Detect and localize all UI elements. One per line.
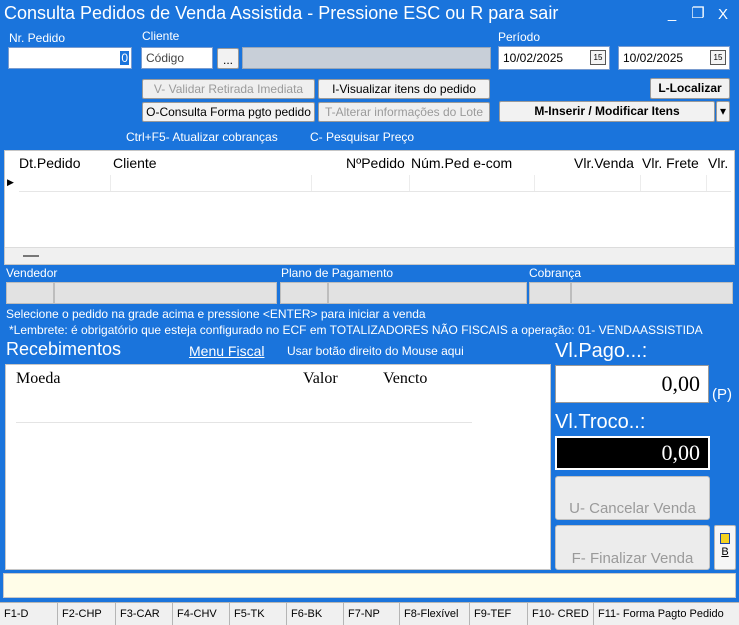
nr-pedido-value: 0 [120, 51, 129, 65]
consulta-forma-pgto-button[interactable]: O-Consulta Forma pgto pedido [142, 102, 315, 122]
recebimentos-title: Recebimentos [6, 339, 122, 359]
cobranca-label: Cobrança [529, 266, 582, 280]
row-divider [534, 175, 535, 191]
fkey-f1[interactable]: F1-D [0, 603, 58, 625]
periodo-inicio-input[interactable]: 10/02/2025 15 [498, 46, 610, 70]
col-moeda[interactable]: Moeda [16, 370, 60, 388]
finalizar-venda-button[interactable]: F- Finalizar Venda [555, 525, 710, 570]
col-nr-pedido[interactable]: NºPedido [346, 155, 405, 171]
vl-pago-value: 0,00 [555, 365, 709, 403]
pago-suffix: (P) [712, 386, 732, 403]
cobranca-codigo-field [529, 282, 571, 304]
side-b-button[interactable]: B [714, 525, 736, 570]
window-title: Consulta Pedidos de Venda Assistida - Pr… [4, 3, 559, 23]
col-vlr[interactable]: Vlr. [708, 155, 728, 171]
horizontal-scrollbar[interactable] [5, 247, 734, 264]
plano-pagamento-label: Plano de Pagamento [281, 266, 394, 280]
vl-pago-label: Vl.Pago...: [555, 340, 648, 362]
mouse-hint-text: Usar botão direito do Mouse aqui [287, 344, 464, 358]
person-icon [720, 533, 730, 544]
row-divider [640, 175, 641, 191]
visualizar-itens-button[interactable]: I-Visualizar itens do pedido [318, 79, 490, 99]
function-keys-bar: F1-D F2-CHP F3-CAR F4-CHV F5-TK F6-BK F7… [0, 602, 739, 625]
vendedor-label: Vendedor [6, 266, 58, 280]
fkey-f6[interactable]: F6-BK [287, 603, 344, 625]
col-dt-pedido[interactable]: Dt.Pedido [19, 155, 80, 171]
plano-nome-field [328, 282, 527, 304]
periodo-fim-value: 10/02/2025 [623, 51, 684, 65]
lembrete-text: *Lembrete: é obrigatório que esteja conf… [9, 323, 703, 337]
cliente-label: Cliente [142, 29, 180, 43]
pesquisar-preco-hint: C- Pesquisar Preço [310, 130, 415, 144]
nr-pedido-input[interactable]: 0 [8, 47, 132, 69]
vendedor-codigo-field [6, 282, 54, 304]
cobranca-nome-field [571, 282, 733, 304]
cliente-nome-field [242, 47, 491, 69]
plano-codigo-field [280, 282, 328, 304]
validar-retirada-button[interactable]: V- Validar Retirada Imediata [142, 79, 315, 99]
localizar-button[interactable]: L-Localizar [650, 78, 730, 99]
atualizar-cobrancas-hint: Ctrl+F5- Atualizar cobranças [126, 130, 278, 144]
fkey-f7[interactable]: F7-NP [344, 603, 400, 625]
orders-grid[interactable]: Dt.Pedido Cliente NºPedido Núm.Ped e-com… [4, 150, 735, 265]
recebimentos-grid[interactable]: Moeda Valor Vencto [5, 364, 551, 570]
nr-pedido-label: Nr. Pedido [9, 31, 66, 45]
side-b-label: B [721, 546, 729, 558]
restore-button[interactable]: ❐ [688, 4, 708, 22]
col-vencto[interactable]: Vencto [383, 370, 427, 388]
row-divider [16, 422, 472, 423]
close-button[interactable]: X [713, 6, 733, 23]
status-bar [3, 573, 736, 598]
calendar-icon[interactable]: 15 [710, 50, 726, 65]
inserir-dropdown-button[interactable]: ▾ [716, 101, 730, 122]
vl-troco-label: Vl.Troco..: [555, 411, 646, 433]
fkey-f8[interactable]: F8-Flexível [400, 603, 470, 625]
col-vlr-venda[interactable]: Vlr.Venda [574, 155, 634, 171]
fkey-f2[interactable]: F2-CHP [58, 603, 116, 625]
vendedor-nome-field [54, 282, 277, 304]
alterar-lote-button[interactable]: T-Alterar informações do Lote [318, 102, 490, 122]
row-indicator-icon: ▶ [7, 177, 14, 187]
instrucao-text: Selecione o pedido na grade acima e pres… [6, 307, 426, 321]
periodo-label: Período [498, 30, 541, 44]
row-divider [110, 175, 111, 191]
periodo-fim-input[interactable]: 10/02/2025 15 [618, 46, 730, 70]
row-divider [706, 175, 707, 191]
cancelar-venda-button[interactable]: U- Cancelar Venda [555, 476, 710, 520]
minimize-button[interactable]: _ [662, 5, 682, 22]
cliente-browse-button[interactable]: ... [217, 48, 239, 69]
fkey-f4[interactable]: F4-CHV [173, 603, 230, 625]
fkey-f3[interactable]: F3-CAR [116, 603, 173, 625]
col-num-ped-ecom[interactable]: Núm.Ped e-com [411, 155, 512, 171]
menu-fiscal-link[interactable]: Menu Fiscal [189, 343, 264, 359]
cliente-codigo-input[interactable]: Código [141, 47, 213, 69]
col-cliente[interactable]: Cliente [113, 155, 157, 171]
table-row[interactable] [19, 175, 731, 192]
vl-troco-value: 0,00 [555, 436, 710, 470]
calendar-icon[interactable]: 15 [590, 50, 606, 65]
fkey-f11[interactable]: F11- Forma Pagto Pedido [594, 603, 739, 625]
col-vlr-frete[interactable]: Vlr. Frete [642, 155, 699, 171]
fkey-f5[interactable]: F5-TK [230, 603, 287, 625]
fkey-f10[interactable]: F10- CRED [528, 603, 594, 625]
inserir-modificar-button[interactable]: M-Inserir / Modificar Itens [499, 101, 715, 122]
row-divider [311, 175, 312, 191]
periodo-inicio-value: 10/02/2025 [503, 51, 564, 65]
fkey-f9[interactable]: F9-TEF [470, 603, 528, 625]
row-divider [409, 175, 410, 191]
col-valor[interactable]: Valor [303, 370, 338, 388]
scrollbar-thumb[interactable] [23, 255, 39, 257]
